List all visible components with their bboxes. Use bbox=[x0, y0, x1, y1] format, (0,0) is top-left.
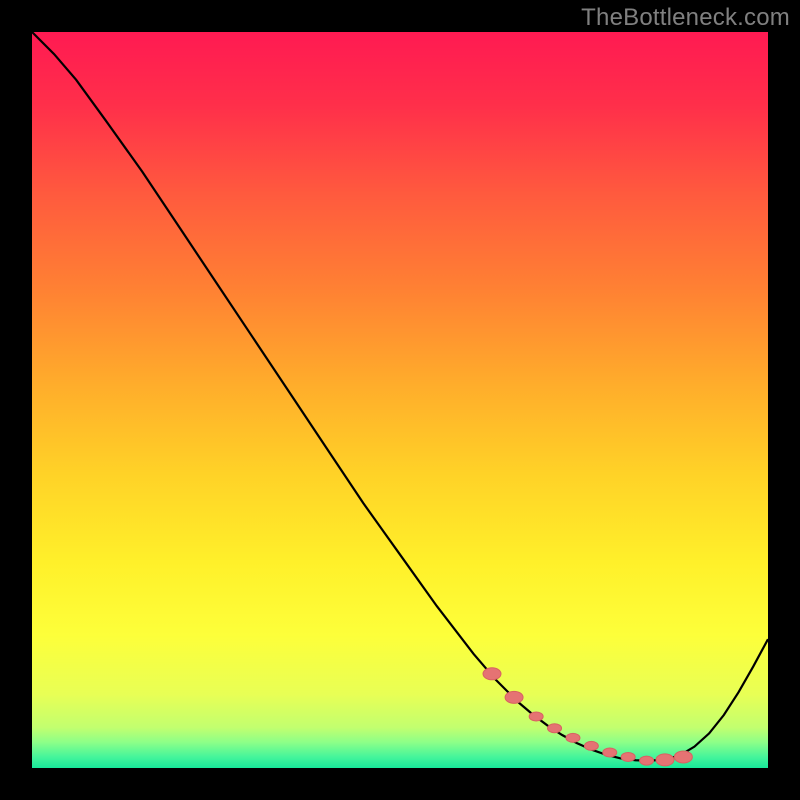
watermark-text: TheBottleneck.com bbox=[581, 4, 790, 32]
marker-bead bbox=[584, 741, 598, 750]
plot-area bbox=[32, 32, 768, 768]
marker-bead bbox=[529, 712, 543, 721]
chart-svg bbox=[32, 32, 768, 768]
marker-bead bbox=[640, 756, 654, 765]
marker-bead bbox=[548, 724, 562, 733]
marker-bead bbox=[505, 691, 523, 703]
marker-bead bbox=[674, 751, 692, 763]
chart-frame: TheBottleneck.com bbox=[0, 0, 800, 800]
marker-bead bbox=[566, 733, 580, 742]
marker-bead bbox=[603, 748, 617, 757]
marker-bead bbox=[656, 754, 674, 766]
chart-background bbox=[32, 32, 768, 768]
marker-bead bbox=[621, 752, 635, 761]
marker-bead bbox=[483, 668, 501, 680]
